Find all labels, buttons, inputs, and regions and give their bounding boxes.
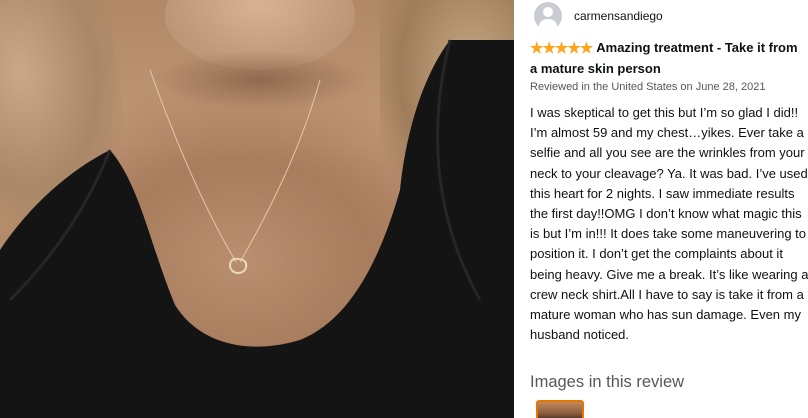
images-heading: Images in this review: [530, 373, 685, 391]
review-body: I was skeptical to get this but I’m so g…: [530, 105, 808, 343]
black-tank-top: [0, 39, 514, 418]
review-title-row: ★★★★★ Amazing treatment - Take it from a …: [530, 38, 806, 79]
avatar-body: [539, 19, 557, 30]
reviewer-name[interactable]: carmensandiego: [574, 9, 663, 23]
review-panel: carmensandiego ★★★★★ Amazing treatment - …: [514, 0, 808, 418]
review-date: Reviewed in the United States on June 28…: [530, 81, 766, 93]
reviewer[interactable]: carmensandiego: [534, 2, 663, 30]
review-image-thumbnail[interactable]: [536, 400, 584, 418]
review-photo[interactable]: [0, 0, 514, 418]
star-rating-icon[interactable]: ★★★★★: [530, 39, 593, 59]
avatar-head: [543, 7, 553, 17]
avatar[interactable]: [534, 2, 562, 30]
